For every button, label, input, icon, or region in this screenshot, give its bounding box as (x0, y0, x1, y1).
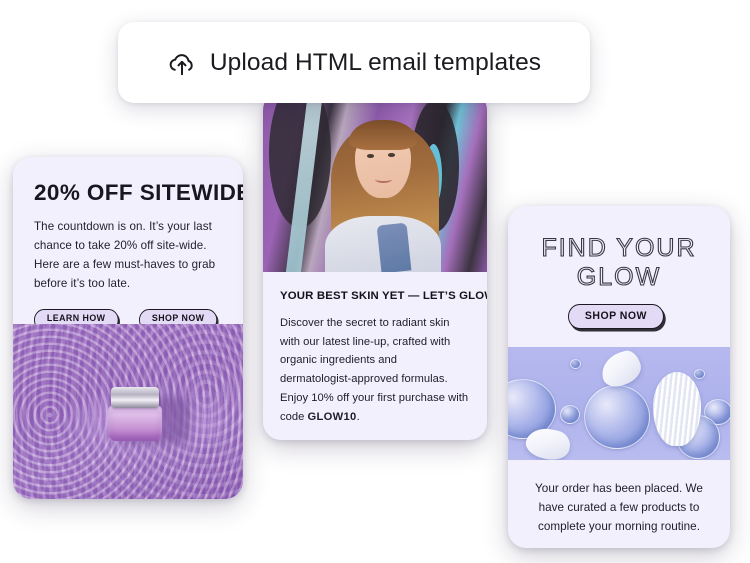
screenshot-stage: 20% OFF SITEWIDE The countdown is on. It… (0, 0, 750, 563)
card-right-footer-text: Your order has been placed. We have cura… (535, 482, 703, 533)
email-template-card-find-your-glow[interactable]: FIND YOUR GLOW SHOP NOW Your order has b… (508, 206, 730, 548)
card-right-headline-line2: GLOW (576, 262, 662, 291)
card-left-copy: 20% OFF SITEWIDE The countdown is on. It… (13, 157, 243, 331)
card-right-headline-line1: FIND YOUR (541, 233, 697, 262)
droplet (560, 405, 580, 424)
cloud-upload-icon (169, 53, 193, 75)
cream-swatch (597, 347, 645, 391)
card-left-body: The countdown is on. It’s your last chan… (34, 220, 216, 290)
email-template-card-best-skin[interactable]: YOUR BEST SKIN YET — LET’S GLOW. Discove… (263, 92, 487, 440)
card-left-headline: 20% OFF SITEWIDE (34, 180, 243, 205)
card-mid-copy: YOUR BEST SKIN YET — LET’S GLOW. Discove… (263, 272, 487, 427)
card-mid-body-part3: . (356, 410, 360, 423)
droplet (694, 369, 705, 379)
model-bangs (349, 120, 417, 150)
card-mid-headline: YOUR BEST SKIN YET — LET’S GLOW. (280, 290, 487, 302)
model-eye (367, 154, 374, 158)
model-portrait (325, 104, 445, 272)
model-overalls (376, 222, 412, 272)
model-smile (375, 176, 392, 183)
model-eye (388, 153, 395, 157)
droplet (570, 359, 581, 369)
droplet (584, 385, 650, 449)
card-right-hero: FIND YOUR GLOW SHOP NOW (508, 206, 730, 330)
upload-banner-label: Upload HTML email templates (209, 48, 542, 76)
jar-body (108, 405, 162, 441)
graffiti-wall-photo (263, 92, 487, 272)
gel-droplets-image (508, 347, 730, 460)
email-template-card-sitewide[interactable]: 20% OFF SITEWIDE The countdown is on. It… (13, 157, 243, 499)
card-right-button-row: SHOP NOW (524, 304, 714, 330)
upload-html-email-templates-banner[interactable]: Upload HTML email templates (118, 22, 590, 103)
promo-code: GLOW10 (307, 410, 357, 423)
card-right-footer: Your order has been placed. We have cura… (508, 460, 730, 537)
card-mid-body: Discover the secret to radiant skin with… (280, 314, 470, 427)
jar-lid (111, 387, 159, 408)
cosmetic-jar-icon (106, 387, 190, 444)
cream-swatch (653, 372, 701, 446)
purple-water-product-image (13, 324, 243, 499)
card-mid-body-part1: Discover the secret to radiant skin with… (280, 316, 469, 423)
shop-now-button-right[interactable]: SHOP NOW (568, 304, 664, 330)
